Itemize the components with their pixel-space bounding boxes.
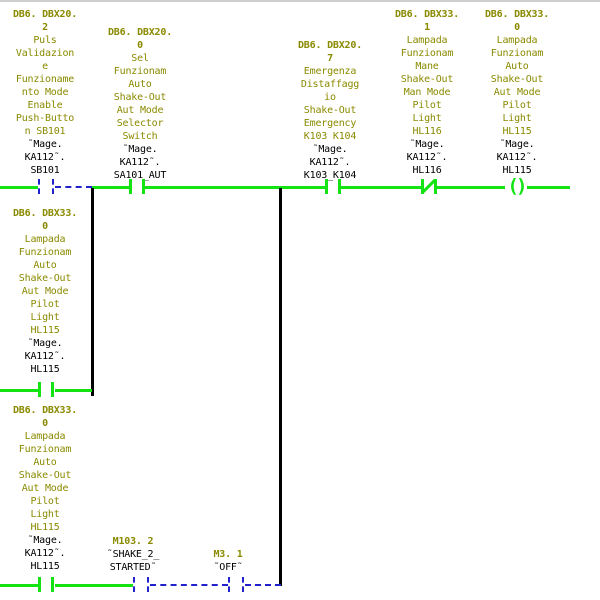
operand-description: Lampada Funzionam Mane Shake-Out Man Mod…	[400, 35, 454, 137]
contact-sa101-aut[interactable]	[129, 179, 145, 194]
rung3-wire-shake2-to-off	[150, 584, 228, 586]
contact-bar-left	[38, 382, 41, 397]
operand-symbol: ˜Mage. KA112˜. HL115	[24, 535, 66, 572]
contact-sb101[interactable]	[38, 179, 54, 194]
operand-address: DB6. DBX33. 0	[484, 9, 550, 33]
contact-bar-left	[133, 577, 135, 592]
contact-bar-left	[228, 577, 230, 592]
rung1-wire-coil-to-right-rail	[527, 186, 570, 189]
operand-address: DB6. DBX33. 0	[12, 208, 78, 232]
operand-symbol: ˜SHAKE_2_ STARTED˜	[106, 549, 160, 573]
contact-bar-right	[51, 382, 54, 397]
rung1-wire-hl116-to-coil	[437, 186, 505, 189]
rung1-wire-k103-to-hl116	[341, 186, 421, 189]
operand-block-hl115-branch2[interactable]: DB6. DBX33. 0 Lampada Funzionam Auto Sha…	[0, 207, 90, 376]
contact-bar-left	[38, 577, 41, 592]
contact-hl115-branch2[interactable]	[38, 382, 54, 397]
contact-bar-right	[147, 577, 149, 592]
coil-hl115[interactable]: ()	[505, 177, 528, 196]
branch-connector-right	[279, 188, 282, 586]
ladder-diagram-canvas: DB6. DBX20. 2 Puls Validazion e Funziona…	[0, 0, 600, 600]
operand-address: M103. 2	[112, 536, 154, 547]
operand-address: DB6. DBX20. 7	[297, 40, 363, 64]
contact-bar-right	[52, 179, 54, 194]
operand-symbol: ˜Mage. KA112˜. HL115	[496, 139, 538, 176]
operand-block-shake2-started[interactable]: M103. 2 ˜SHAKE_2_ STARTED˜	[88, 535, 178, 574]
contact-off-bit[interactable]	[228, 577, 244, 592]
rung1-wire-sa101-to-k103	[145, 186, 325, 189]
operand-block-sa101-aut[interactable]: DB6. DBX20. 0 Sel Funzionam Auto Shake-O…	[95, 26, 185, 182]
rung3-wire-hl115-to-shake2	[55, 584, 133, 587]
operand-description: Lampada Funzionam Auto Shake-Out Aut Mod…	[18, 431, 72, 533]
operand-description: Lampada Funzionam Auto Shake-Out Aut Mod…	[490, 35, 544, 137]
operand-address: DB6. DBX33. 1	[394, 9, 460, 33]
contact-shake2-started[interactable]	[133, 577, 149, 592]
contact-bar-right	[51, 577, 54, 592]
rung1-wire-sb101-to-node	[55, 186, 92, 188]
contact-bar-left	[129, 179, 132, 194]
rung2-wire-to-node	[55, 389, 92, 392]
operand-description: Lampada Funzionam Auto Shake-Out Aut Mod…	[18, 234, 72, 336]
operand-address: DB6. DBX33. 0	[12, 405, 78, 429]
branch-connector-left	[91, 188, 94, 396]
operand-symbol: ˜Mage. KA112˜. SA101_AUT	[113, 144, 167, 181]
window-top-divider	[0, 0, 600, 2]
operand-block-hl116[interactable]: DB6. DBX33. 1 Lampada Funzionam Mane Sha…	[382, 8, 472, 177]
operand-block-hl115-coil[interactable]: DB6. DBX33. 0 Lampada Funzionam Auto Sha…	[472, 8, 562, 177]
operand-address: M3. 1	[213, 549, 243, 560]
nc-slash-icon	[422, 179, 436, 194]
contact-bar-left	[325, 179, 328, 194]
operand-symbol: ˜Mage. KA112˜. K103_K104	[303, 144, 357, 181]
operand-symbol: ˜Mage. KA112˜. HL116	[406, 139, 448, 176]
operand-block-sb101[interactable]: DB6. DBX20. 2 Puls Validazion e Funziona…	[0, 8, 90, 177]
operand-description: Puls Validazion e Funzioname nto Mode En…	[15, 35, 75, 137]
operand-description: Emergenza Distaffagg io Shake-Out Emerge…	[300, 66, 360, 142]
rung3-wire-off-to-node	[245, 584, 281, 586]
operand-address: DB6. DBX20. 0	[107, 27, 173, 51]
rung3-wire-left-rail	[0, 584, 38, 587]
operand-symbol: ˜Mage. KA112˜. SB101	[24, 139, 66, 176]
rung1-wire-node-to-sa101	[92, 186, 129, 189]
rung2-wire-left-rail	[0, 389, 38, 392]
rung1-wire-left-rail	[0, 186, 38, 189]
contact-bar-left	[38, 179, 40, 194]
operand-description: Sel Funzionam Auto Shake-Out Aut Mode Se…	[113, 53, 167, 142]
contact-k103-k104[interactable]	[325, 179, 341, 194]
operand-block-hl115-branch3[interactable]: DB6. DBX33. 0 Lampada Funzionam Auto Sha…	[0, 404, 90, 573]
contact-bar-right	[242, 577, 244, 592]
contact-hl116-nc[interactable]	[421, 179, 437, 194]
operand-symbol: ˜OFF˜	[213, 562, 243, 573]
operand-block-k103-k104[interactable]: DB6. DBX20. 7 Emergenza Distaffagg io Sh…	[285, 39, 375, 182]
operand-symbol: ˜Mage. KA112˜. HL115	[24, 338, 66, 375]
operand-address: DB6. DBX20. 2	[12, 9, 78, 33]
operand-block-off-bit[interactable]: M3. 1 ˜OFF˜	[183, 548, 273, 574]
contact-hl115-branch3[interactable]	[38, 577, 54, 592]
